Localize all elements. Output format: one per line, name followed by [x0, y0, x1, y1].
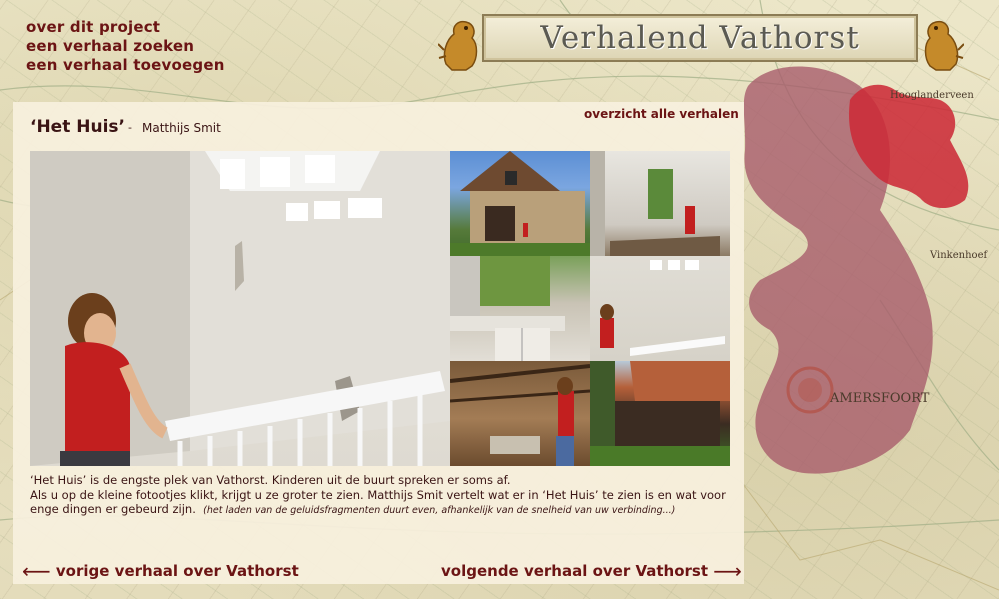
overview-all-stories-link[interactable]: overzicht alle verhalen: [584, 107, 739, 121]
site-title-banner[interactable]: Verhalend Vathorst: [482, 14, 918, 62]
loading-note: (het laden van de geluidsfragmenten duur…: [203, 505, 676, 516]
story-title: ‘Het Huis’: [30, 117, 125, 137]
previous-story-link[interactable]: ⟵ vorige verhaal over Vathorst: [22, 559, 299, 583]
previous-story-label: vorige verhaal over Vathorst: [55, 562, 299, 580]
next-story-link[interactable]: volgende verhaal over Vathorst ⟶: [441, 559, 742, 583]
description-line-2: Als u op de kleine fotootjes klikt, krij…: [30, 488, 733, 519]
description-line-1: ‘Het Huis’ is de engste plek van Vathors…: [30, 473, 511, 487]
svg-text:AMERSFOORT: AMERSFOORT: [829, 391, 930, 406]
arrow-right-icon: ⟶: [713, 559, 742, 583]
thumbnail-photo-5[interactable]: [450, 361, 590, 466]
story-author: Matthijs Smit: [142, 121, 221, 135]
main-photo: [30, 151, 450, 466]
svg-text:Vinkenhoef: Vinkenhoef: [929, 250, 988, 261]
lion-emblem-right-icon: [924, 20, 964, 71]
nav-link-add-story[interactable]: een verhaal toevoegen: [26, 56, 225, 75]
svg-text:Hooglanderveen: Hooglanderveen: [890, 90, 974, 101]
thumbnail-photo-1[interactable]: [450, 151, 590, 256]
thumbnail-photo-2[interactable]: [590, 151, 730, 256]
lion-emblem-left-icon: [438, 20, 478, 71]
thumbnail-photo-6[interactable]: [590, 361, 730, 466]
title-separator: -: [128, 121, 132, 134]
thumbnail-photo-4[interactable]: [590, 256, 730, 361]
site-title: Verhalend Vathorst: [540, 20, 860, 56]
arrow-left-icon: ⟵: [22, 559, 51, 583]
nav-link-search-story[interactable]: een verhaal zoeken: [26, 37, 225, 56]
thumbnail-photo-3[interactable]: [450, 256, 590, 361]
nav-link-about-project[interactable]: over dit project: [26, 18, 225, 37]
next-story-label: volgende verhaal over Vathorst: [441, 562, 709, 580]
story-description: ‘Het Huis’ is de engste plek van Vathors…: [30, 473, 733, 519]
top-navigation: over dit project een verhaal zoeken een …: [26, 18, 225, 75]
